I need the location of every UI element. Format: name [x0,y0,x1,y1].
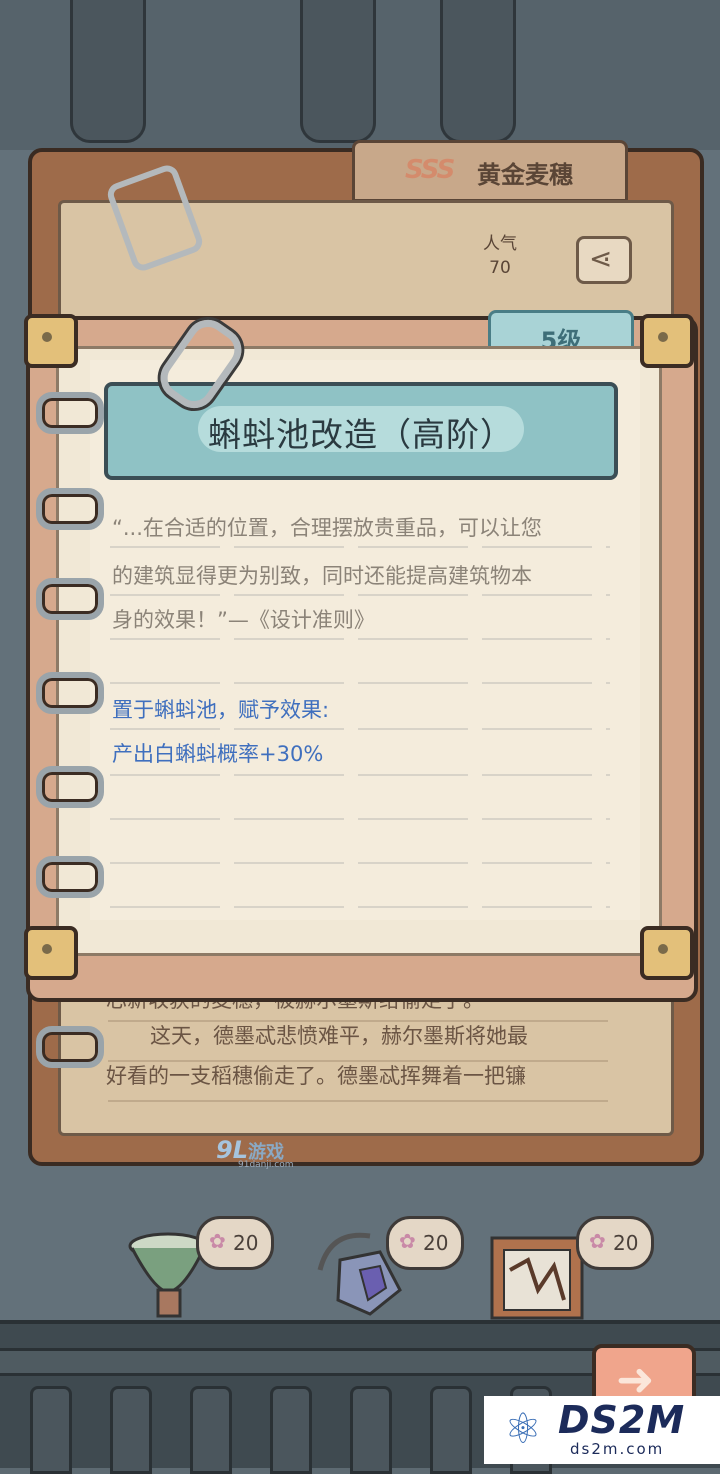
item-name: 黄金麦穗 [477,161,573,189]
stat-label: 人气 [483,234,517,254]
cost-bubble: ✿ 20 [196,1216,274,1270]
cost-bubble: ✿ 20 [576,1216,654,1270]
decoration-title: 蝌蚪池改造（高阶） [208,415,514,454]
story-line: 这天，德墨忒悲愤难平，赫尔墨斯将她最 [150,1024,528,1048]
background-pillar [440,0,516,143]
flower-icon: ✿ [209,1229,226,1253]
ruled-line [110,546,610,548]
ruled-line [110,906,610,908]
binder-ring-icon [36,392,104,434]
binder-ring-icon [36,766,104,808]
binder-ring-icon [36,672,104,714]
share-button[interactable]: ⋖ [576,236,632,284]
rank-badge: SSS [405,155,455,185]
corner-bracket [640,314,694,368]
quote-text: 身的效果！”—《设计准则》 [112,608,375,632]
cost-value: 20 [613,1231,639,1255]
binder-ring-icon [36,1026,104,1068]
site-watermark: 9L游戏 91danji.com [216,1136,294,1170]
stat-value: 70 [489,258,511,278]
ruled-line [110,594,610,596]
quote-text: “...在合适的位置，合理摆放贵重品，可以让您 [112,516,542,540]
corner-bracket [24,314,78,368]
corner-bracket [24,926,78,980]
divider [108,1100,608,1102]
binder-ring-icon [36,488,104,530]
effect-value: 产出白蝌蚪概率+30% [112,742,324,766]
popularity-stat: 人气 70 [470,232,530,280]
ruled-line [110,728,610,730]
item-header-tab: SSS 黄金麦穗 [352,140,628,202]
logo-url: ds2m.com [570,1440,665,1458]
share-icon: ⋖ [589,242,613,275]
cost-value: 20 [423,1231,449,1255]
ruled-line [110,638,610,640]
background-pillar [300,0,376,143]
corner-bracket [640,926,694,980]
item-painting[interactable] [488,1230,588,1320]
atom-icon: ⚛ [504,1404,542,1453]
ruled-line [110,774,610,776]
effect-heading: 置于蝌蚪池，赋予效果: [112,698,330,722]
flower-icon: ✿ [589,1229,606,1253]
ruled-line [110,818,610,820]
binder-ring-icon [36,578,104,620]
ruled-line [110,682,610,684]
background-pillar [70,0,146,143]
site-logo: ⚛ DS2M ds2m.com [484,1396,720,1464]
cost-bubble: ✿ 20 [386,1216,464,1270]
cost-value: 20 [233,1231,259,1255]
logo-text: DS2M [558,1398,686,1442]
story-line: 好看的一支稻穗偷走了。德墨忒挥舞着一把镰 [106,1064,526,1088]
flower-icon: ✿ [399,1229,416,1253]
ruled-line [110,862,610,864]
quote-text: 的建筑显得更为别致，同时还能提高建筑物本 [112,564,532,588]
binder-ring-icon [36,856,104,898]
